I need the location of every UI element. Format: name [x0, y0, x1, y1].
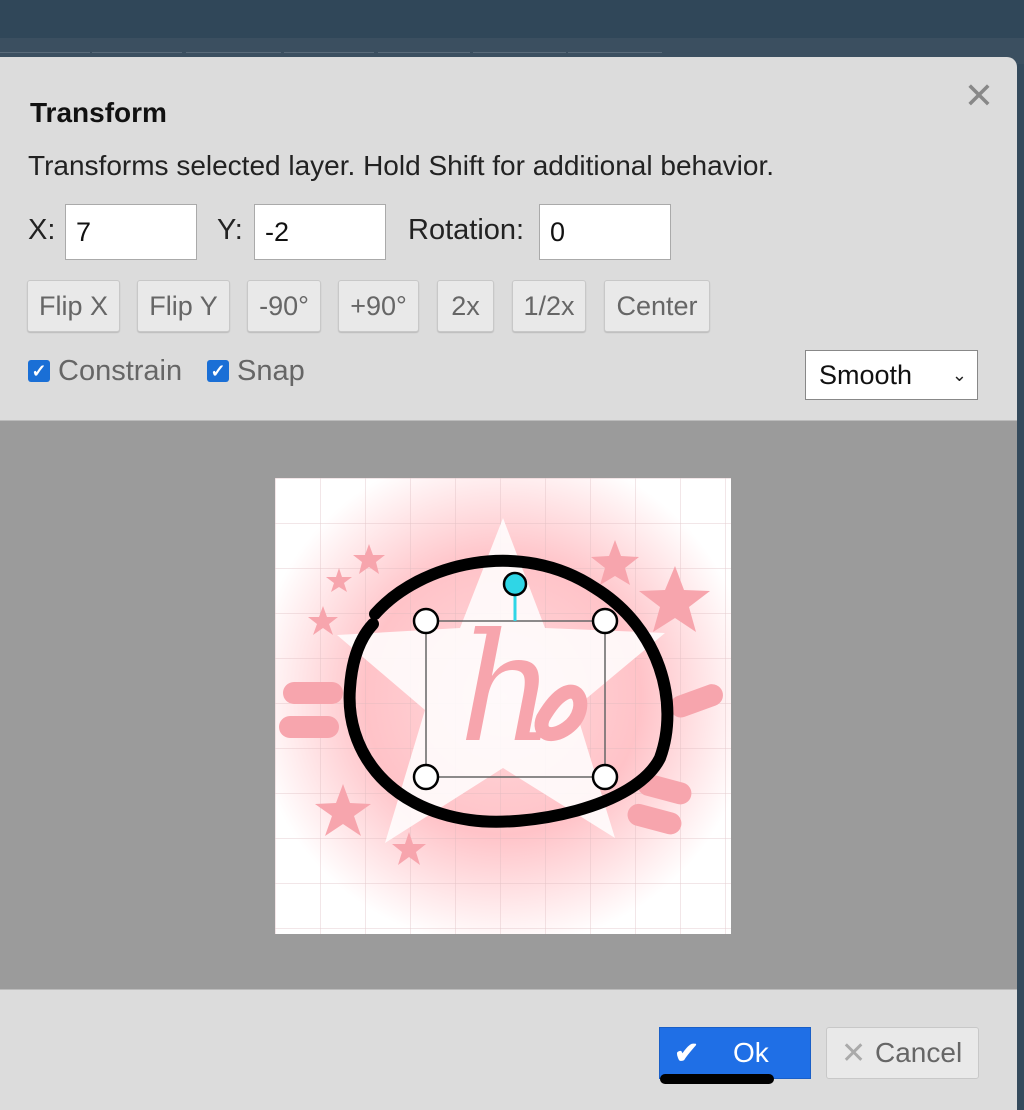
rotation-label: Rotation: [408, 214, 525, 246]
ok-button[interactable]: ✔ Ok [659, 1027, 811, 1079]
layer-letter: h [459, 602, 556, 776]
preview-canvas[interactable]: h [275, 478, 731, 934]
interpolation-value: Smooth [819, 360, 913, 390]
rotate-ccw-button[interactable]: -90° [247, 280, 321, 332]
center-button[interactable]: Center [604, 280, 710, 332]
rotation-input[interactable] [539, 204, 671, 260]
resize-handle-top-right[interactable] [591, 607, 619, 635]
constrain-option[interactable]: ✓ Constrain [28, 353, 182, 389]
dash-decoration [279, 716, 339, 738]
y-label: Y: [217, 214, 243, 246]
flip-x-button[interactable]: Flip X [27, 280, 120, 332]
resize-handle-bottom-right[interactable] [591, 763, 619, 791]
close-icon: ✕ [841, 1037, 867, 1070]
close-icon[interactable]: ✕ [962, 78, 996, 114]
snap-option[interactable]: ✓ Snap [207, 353, 305, 389]
cancel-button[interactable]: ✕ Cancel [826, 1027, 979, 1079]
app-top-bar [0, 0, 1024, 38]
dialog-title: Transform [30, 97, 167, 128]
ok-label: Ok [733, 1037, 769, 1068]
resize-handle-bottom-left[interactable] [412, 763, 440, 791]
x-input[interactable] [65, 204, 197, 260]
ok-underline-mark [660, 1074, 774, 1084]
snap-checkbox[interactable]: ✓ [207, 360, 229, 382]
interpolation-select[interactable]: Smooth ⌄ [805, 350, 978, 400]
snap-label: Snap [237, 354, 305, 387]
y-input[interactable] [254, 204, 386, 260]
scale-down-button[interactable]: 1/2x [512, 280, 586, 332]
dash-decoration [283, 682, 343, 704]
dialog-footer: ✔ Ok ✕ Cancel [0, 990, 1017, 1110]
dialog-description: Transforms selected layer. Hold Shift fo… [28, 150, 775, 181]
cancel-label: Cancel [875, 1037, 963, 1068]
scale-up-button[interactable]: 2x [437, 280, 494, 332]
flip-y-button[interactable]: Flip Y [137, 280, 230, 332]
constrain-checkbox[interactable]: ✓ [28, 360, 50, 382]
preview-area: h [0, 420, 1017, 990]
x-label: X: [28, 214, 56, 246]
transform-dialog: Transform ✕ Transforms selected layer. H… [0, 57, 1017, 1110]
resize-handle-top-left[interactable] [412, 607, 440, 635]
rotate-cw-button[interactable]: +90° [338, 280, 419, 332]
check-icon: ✔ [674, 1037, 700, 1070]
chevron-down-icon: ⌄ [951, 365, 967, 385]
rotate-handle[interactable] [502, 571, 528, 597]
constrain-label: Constrain [58, 354, 183, 387]
